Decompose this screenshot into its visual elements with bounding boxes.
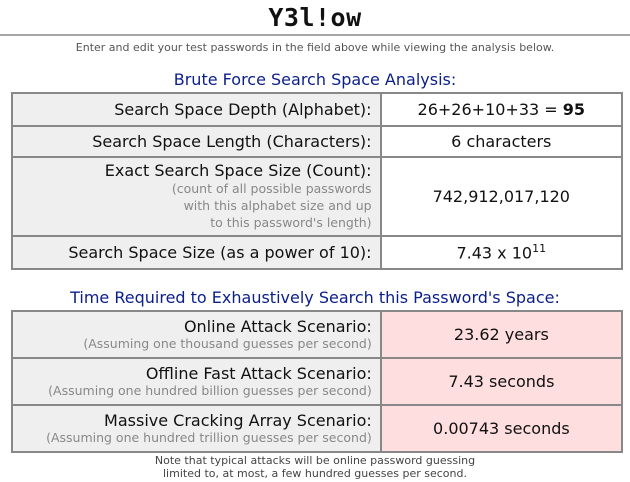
table-row: Search Space Size (as a power of 10): 7.… xyxy=(11,235,624,270)
online-attack-cell: Online Attack Scenario: (Assuming one th… xyxy=(11,310,382,359)
table-row: Exact Search Space Size (Count): (count … xyxy=(11,156,624,237)
table-row: Offline Fast Attack Scenario: (Assuming … xyxy=(11,357,624,406)
password-field-wrapper xyxy=(0,0,630,38)
power-exponent: 11 xyxy=(532,242,547,256)
offline-attack-cell: Offline Fast Attack Scenario: (Assuming … xyxy=(11,357,382,406)
cracking-array-value: 0.00743 seconds xyxy=(379,404,624,453)
table-row: Online Attack Scenario: (Assuming one th… xyxy=(11,310,624,359)
table-row: Search Space Depth (Alphabet): 26+26+10+… xyxy=(11,92,624,127)
search-length-label: Search Space Length (Characters): xyxy=(11,125,382,158)
search-depth-value: 26+26+10+33 = 95 xyxy=(379,92,624,127)
search-depth-total: 95 xyxy=(562,100,586,119)
footnote-line-1: Note that typical attacks will be online… xyxy=(154,454,476,467)
footnote-line-2: limited to, at most, a few hundred guess… xyxy=(163,467,467,480)
cracking-array-note: (Assuming one hundred trillion guesses p… xyxy=(46,430,372,445)
search-depth-label: Search Space Depth (Alphabet): xyxy=(11,92,382,127)
footnote: Note that typical attacks will be online… xyxy=(0,454,630,480)
power-of-ten-value: 7.43 x 1011 xyxy=(379,235,624,270)
online-attack-note: (Assuming one thousand guesses per secon… xyxy=(83,336,372,351)
search-size-cell: Exact Search Space Size (Count): (count … xyxy=(11,156,382,237)
password-input[interactable] xyxy=(0,0,630,36)
power-of-ten-label: Search Space Size (as a power of 10): xyxy=(11,235,382,270)
offline-attack-value: 7.43 seconds xyxy=(379,357,624,406)
search-length-value: 6 characters xyxy=(379,125,624,158)
online-attack-value: 23.62 years xyxy=(379,310,624,359)
offline-attack-label: Offline Fast Attack Scenario: xyxy=(145,364,372,383)
search-space-table: Search Space Depth (Alphabet): 26+26+10+… xyxy=(11,92,624,270)
search-depth-sum: 26+26+10+33 = xyxy=(417,100,563,119)
search-size-label: Exact Search Space Size (Count): xyxy=(104,161,372,180)
power-base: 7.43 x 10 xyxy=(456,243,533,263)
search-size-value: 742,912,017,120 xyxy=(379,156,624,237)
table-row: Massive Cracking Array Scenario: (Assumi… xyxy=(11,404,624,453)
time-required-table: Online Attack Scenario: (Assuming one th… xyxy=(11,310,624,453)
search-size-note-2: with this alphabet size and up xyxy=(183,198,372,213)
time-required-title: Time Required to Exhaustively Search thi… xyxy=(70,288,560,307)
cracking-array-label: Massive Cracking Array Scenario: xyxy=(104,411,372,430)
offline-attack-note: (Assuming one hundred billion guesses pe… xyxy=(48,383,372,398)
table-row: Search Space Length (Characters): 6 char… xyxy=(11,125,624,158)
instruction-text: Enter and edit your test passwords in th… xyxy=(75,41,555,54)
search-space-title: Brute Force Search Space Analysis: xyxy=(173,70,457,89)
search-size-note-3: to this password's length) xyxy=(210,215,372,230)
online-attack-label: Online Attack Scenario: xyxy=(183,317,372,336)
search-size-note-1: (count of all possible passwords xyxy=(171,181,372,196)
cracking-array-cell: Massive Cracking Array Scenario: (Assumi… xyxy=(11,404,382,453)
